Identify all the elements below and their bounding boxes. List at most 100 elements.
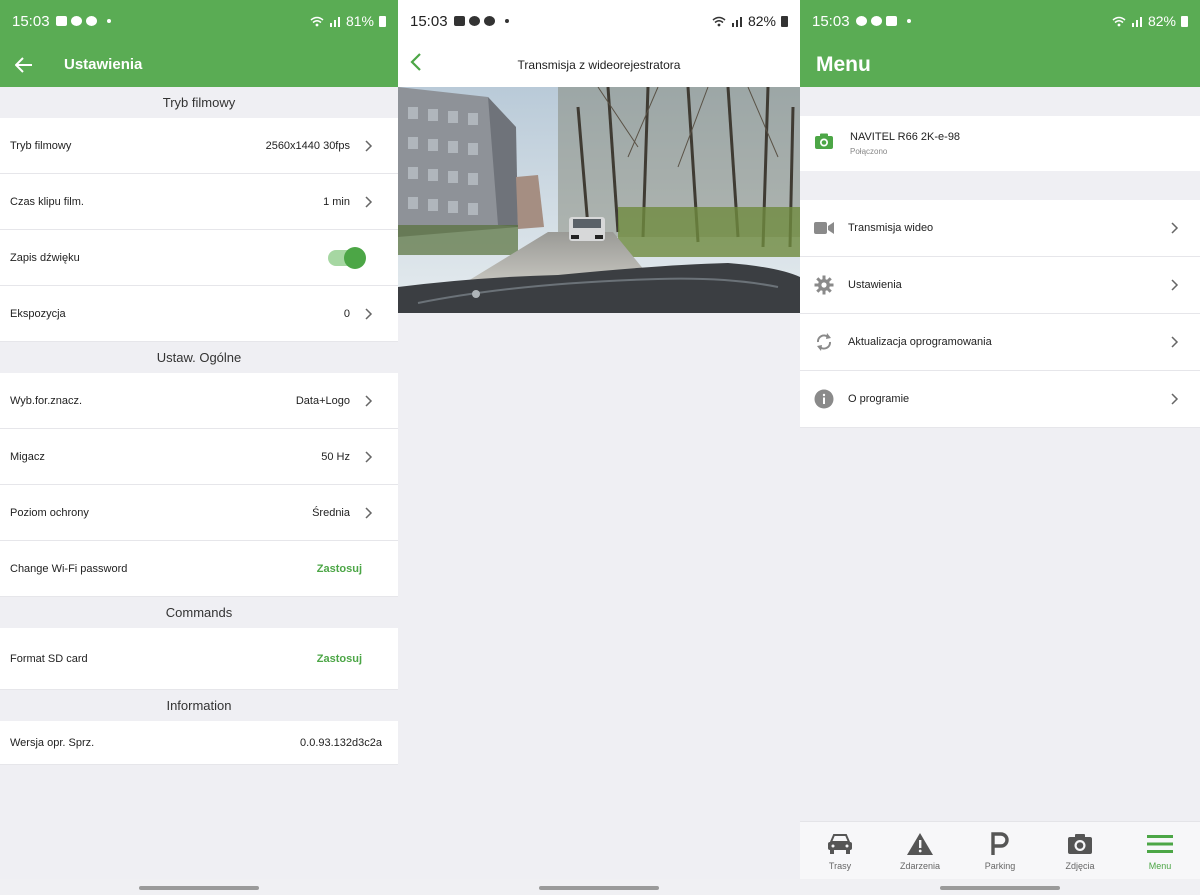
section-header: Ustaw. Ogólne (0, 342, 398, 373)
menu-item-label: O programie (848, 393, 910, 405)
status-time: 15:03 (12, 12, 50, 30)
row-label: Czas klipu film. (10, 195, 84, 208)
video-header: 15:03 82% Transmisja z wideorejestratora (398, 0, 800, 87)
row-label: Tryb filmowy (10, 139, 72, 152)
menu-item-video-stream[interactable]: Transmisja wideo (800, 200, 1200, 257)
settings-row-format-sd: Format SD card Zastosuj (0, 628, 398, 690)
settings-row-exposure[interactable]: Ekspozycja 0 (0, 286, 398, 342)
battery-percent: 82% (1147, 13, 1176, 29)
notification-icons (855, 16, 911, 26)
camera-icon (1067, 831, 1093, 857)
menu-item-label: Ustawienia (848, 279, 902, 291)
status-bar: 15:03 81% (0, 0, 398, 42)
apply-button[interactable]: Zastosuj (317, 563, 362, 575)
chevron-right-icon (362, 394, 376, 407)
nav-item-zdjecia[interactable]: Zdjęcia (1040, 822, 1120, 879)
nav-label: Zdjęcia (1065, 860, 1095, 871)
home-indicator[interactable] (539, 886, 659, 890)
menu-list: Transmisja wideo Ustawienia Aktualizacja… (800, 200, 1200, 428)
back-chevron-icon[interactable] (410, 52, 422, 77)
menu-item-about[interactable]: O programie (800, 371, 1200, 428)
apply-button[interactable]: Zastosuj (317, 653, 362, 665)
row-label: Wyb.for.znacz. (10, 394, 83, 407)
row-value: 0 (343, 307, 350, 320)
row-value: Średnia (312, 506, 350, 519)
battery-percent: 82% (747, 13, 776, 29)
messenger-icon (855, 16, 867, 26)
menu-header: 15:03 82% Menu (800, 0, 1200, 87)
sync-icon (814, 332, 834, 352)
row-label: Migacz (10, 450, 45, 463)
messenger-icon (70, 16, 82, 26)
wifi-icon (712, 16, 726, 26)
gallery-icon (453, 16, 465, 26)
nav-item-parking[interactable]: Parking (960, 822, 1040, 879)
nav-item-menu[interactable]: Menu (1120, 822, 1200, 879)
cloud-icon (870, 16, 882, 26)
device-name: NAVITEL R66 2K-e-98 (850, 131, 961, 143)
menu-item-settings[interactable]: Ustawienia (800, 257, 1200, 314)
battery-icon (379, 15, 386, 27)
wifi-icon (1112, 16, 1126, 26)
menu-item-label: Transmisja wideo (848, 222, 934, 234)
settings-row-protection-level[interactable]: Poziom ochrony Średnia (0, 485, 398, 541)
row-value: 1 min (323, 195, 350, 208)
audio-toggle[interactable] (328, 246, 366, 269)
more-notifications-dot (906, 19, 911, 23)
nav-label: Trasy (828, 860, 852, 871)
section-header: Information (0, 690, 398, 721)
gallery-icon (55, 16, 67, 26)
home-indicator[interactable] (139, 886, 259, 890)
chevron-right-icon (362, 450, 376, 463)
status-bar: 15:03 82% (800, 0, 1200, 42)
row-label: Wersja opr. Sprz. (10, 736, 95, 749)
messenger-icon (468, 16, 480, 26)
chevron-right-icon (362, 195, 376, 208)
page-title: Menu (816, 52, 871, 76)
signal-icon (731, 16, 742, 27)
page-title: Ustawienia (64, 56, 143, 73)
settings-row-stamp-format[interactable]: Wyb.for.znacz. Data+Logo (0, 373, 398, 429)
device-card[interactable]: NAVITEL R66 2K-e-98 Połączono (800, 116, 1200, 171)
settings-header: 15:03 81% Ustawienia (0, 0, 398, 87)
gear-icon (814, 275, 834, 295)
signal-icon (329, 16, 340, 27)
live-video-feed[interactable] (398, 87, 800, 313)
row-label: Ekspozycja (10, 307, 66, 320)
car-icon (827, 831, 853, 857)
nav-label: Menu (1148, 860, 1172, 871)
home-indicator[interactable] (940, 886, 1060, 890)
section-header: Tryb filmowy (0, 87, 398, 118)
settings-row-flicker[interactable]: Migacz 50 Hz (0, 429, 398, 485)
section-header: Commands (0, 597, 398, 628)
cloud-icon (483, 16, 495, 26)
chevron-right-icon (1168, 279, 1182, 291)
video-screen: 15:03 82% Transmisja z wideorejestratora (398, 0, 800, 895)
row-label: Poziom ochrony (10, 506, 89, 519)
notification-icons (55, 16, 111, 26)
nav-item-zdarzenia[interactable]: Zdarzenia (880, 822, 960, 879)
battery-percent: 81% (345, 13, 374, 29)
nav-label: Zdarzenia (899, 860, 941, 871)
battery-icon (781, 15, 788, 27)
row-value: Data+Logo (295, 394, 350, 407)
settings-row-audio-recording: Zapis dźwięku (0, 230, 398, 286)
status-bar: 15:03 82% (398, 0, 800, 42)
wifi-icon (310, 16, 324, 26)
row-label: Change Wi-Fi password (10, 562, 128, 575)
back-arrow-icon[interactable] (12, 53, 36, 77)
row-value: 0.0.93.132d3c2a (300, 736, 382, 749)
row-label: Zapis dźwięku (10, 251, 80, 264)
settings-screen: 15:03 81% Ustawienia Tryb filmowy Tryb f… (0, 0, 398, 895)
chevron-right-icon (1168, 393, 1182, 405)
device-status: Połączono (850, 147, 888, 156)
settings-row-video-mode[interactable]: Tryb filmowy 2560x1440 30fps (0, 118, 398, 174)
nav-label: Parking (984, 860, 1016, 871)
notification-icons (453, 16, 509, 26)
video-camera-icon (814, 218, 834, 238)
settings-row-clip-length[interactable]: Czas klipu film. 1 min (0, 174, 398, 230)
menu-item-firmware-update[interactable]: Aktualizacja oprogramowania (800, 314, 1200, 371)
status-time: 15:03 (812, 12, 850, 30)
nav-item-trasy[interactable]: Trasy (800, 822, 880, 879)
settings-row-firmware-version: Wersja opr. Sprz. 0.0.93.132d3c2a (0, 721, 398, 765)
